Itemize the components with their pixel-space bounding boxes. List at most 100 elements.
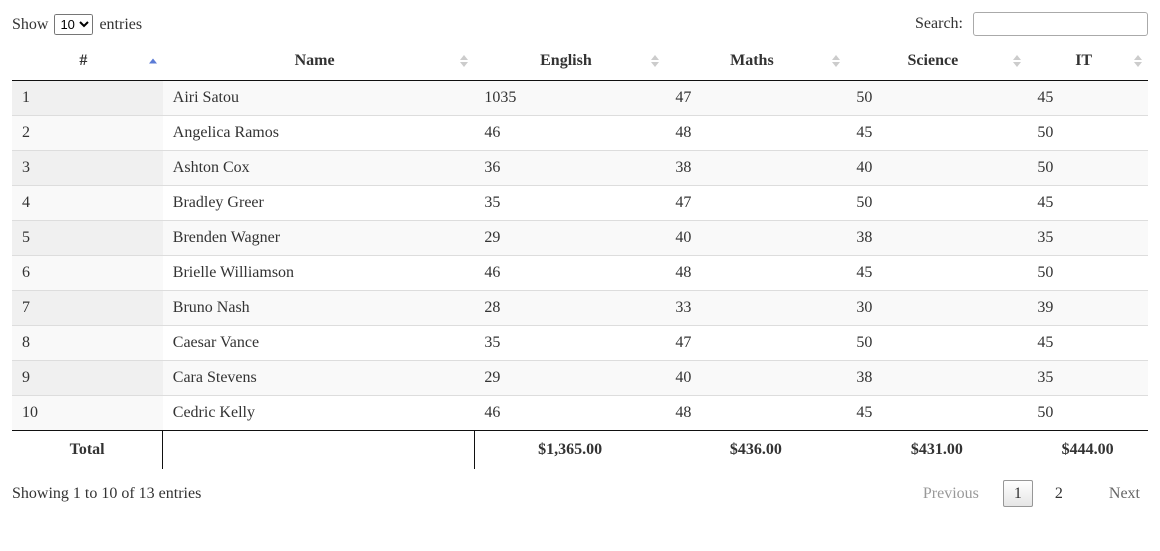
cell-name: Angelica Ramos <box>163 116 475 151</box>
table-row: 1Airi Satou1035475045 <box>12 81 1148 116</box>
column-header-index[interactable]: # <box>12 42 163 81</box>
cell-maths: 47 <box>665 186 846 221</box>
cell-idx: 3 <box>12 151 163 186</box>
table-row: 4Bradley Greer35475045 <box>12 186 1148 221</box>
cell-idx: 2 <box>12 116 163 151</box>
cell-maths: 48 <box>665 116 846 151</box>
cell-english: 28 <box>474 291 665 326</box>
length-select[interactable]: 10 <box>54 14 93 35</box>
cell-science: 50 <box>846 81 1027 116</box>
length-suffix: entries <box>99 16 142 33</box>
length-prefix: Show <box>12 16 48 33</box>
cell-it: 45 <box>1027 326 1148 361</box>
cell-idx: 10 <box>12 396 163 431</box>
cell-name: Cara Stevens <box>163 361 475 396</box>
footer-total-label: Total <box>12 431 163 470</box>
sort-both-icon <box>460 54 468 68</box>
footer-total-english: $1,365.00 <box>474 431 665 470</box>
column-header-name[interactable]: Name <box>163 42 475 81</box>
cell-it: 45 <box>1027 81 1148 116</box>
cell-english: 29 <box>474 361 665 396</box>
footer-blank <box>163 431 475 470</box>
column-header-it[interactable]: IT <box>1027 42 1148 81</box>
cell-name: Ashton Cox <box>163 151 475 186</box>
table-row: 3Ashton Cox36384050 <box>12 151 1148 186</box>
search-label: Search: <box>915 15 963 32</box>
cell-maths: 47 <box>665 81 846 116</box>
cell-maths: 48 <box>665 396 846 431</box>
column-label: IT <box>1075 52 1092 69</box>
sort-both-icon <box>832 54 840 68</box>
sort-both-icon <box>651 54 659 68</box>
cell-idx: 9 <box>12 361 163 396</box>
cell-english: 36 <box>474 151 665 186</box>
cell-english: 29 <box>474 221 665 256</box>
cell-science: 50 <box>846 326 1027 361</box>
pagination: Previous 12 Next <box>915 481 1148 507</box>
cell-maths: 47 <box>665 326 846 361</box>
cell-it: 50 <box>1027 116 1148 151</box>
cell-english: 46 <box>474 396 665 431</box>
length-control: Show 10 entries <box>12 14 142 35</box>
column-header-science[interactable]: Science <box>846 42 1027 81</box>
cell-maths: 40 <box>665 361 846 396</box>
cell-it: 50 <box>1027 151 1148 186</box>
cell-it: 39 <box>1027 291 1148 326</box>
cell-name: Bradley Greer <box>163 186 475 221</box>
sort-both-icon <box>1013 54 1021 68</box>
cell-name: Cedric Kelly <box>163 396 475 431</box>
search-input[interactable] <box>973 12 1148 36</box>
cell-science: 45 <box>846 256 1027 291</box>
table-row: 7Bruno Nash28333039 <box>12 291 1148 326</box>
cell-it: 35 <box>1027 361 1148 396</box>
cell-it: 35 <box>1027 221 1148 256</box>
cell-idx: 4 <box>12 186 163 221</box>
column-label: # <box>79 52 87 69</box>
table-row: 6Brielle Williamson46484550 <box>12 256 1148 291</box>
cell-english: 35 <box>474 326 665 361</box>
footer-total-it: $444.00 <box>1027 431 1148 470</box>
column-label: Name <box>295 52 335 69</box>
sort-both-icon <box>1134 54 1142 68</box>
cell-science: 38 <box>846 361 1027 396</box>
column-label: English <box>540 52 592 69</box>
cell-english: 46 <box>474 256 665 291</box>
cell-science: 50 <box>846 186 1027 221</box>
column-label: Maths <box>730 52 774 69</box>
cell-maths: 33 <box>665 291 846 326</box>
cell-maths: 48 <box>665 256 846 291</box>
page-number-button[interactable]: 2 <box>1045 481 1073 506</box>
cell-english: 46 <box>474 116 665 151</box>
cell-idx: 1 <box>12 81 163 116</box>
cell-name: Brielle Williamson <box>163 256 475 291</box>
cell-idx: 6 <box>12 256 163 291</box>
cell-name: Bruno Nash <box>163 291 475 326</box>
next-button[interactable]: Next <box>1101 481 1148 507</box>
cell-science: 38 <box>846 221 1027 256</box>
cell-it: 50 <box>1027 256 1148 291</box>
cell-maths: 38 <box>665 151 846 186</box>
cell-idx: 5 <box>12 221 163 256</box>
cell-idx: 8 <box>12 326 163 361</box>
column-header-english[interactable]: English <box>474 42 665 81</box>
cell-name: Airi Satou <box>163 81 475 116</box>
cell-english: 1035 <box>474 81 665 116</box>
data-table: # Name English Maths Science IT <box>12 42 1148 469</box>
table-row: 5Brenden Wagner29403835 <box>12 221 1148 256</box>
page-number-button[interactable]: 1 <box>1003 480 1033 507</box>
column-header-maths[interactable]: Maths <box>665 42 846 81</box>
table-row: 10Cedric Kelly46484550 <box>12 396 1148 431</box>
cell-english: 35 <box>474 186 665 221</box>
sort-asc-icon <box>149 58 157 65</box>
previous-button[interactable]: Previous <box>915 481 987 507</box>
table-row: 2Angelica Ramos46484550 <box>12 116 1148 151</box>
cell-it: 50 <box>1027 396 1148 431</box>
cell-science: 45 <box>846 396 1027 431</box>
table-row: 8Caesar Vance35475045 <box>12 326 1148 361</box>
cell-science: 45 <box>846 116 1027 151</box>
cell-name: Caesar Vance <box>163 326 475 361</box>
cell-name: Brenden Wagner <box>163 221 475 256</box>
search-control: Search: <box>915 12 1148 36</box>
cell-maths: 40 <box>665 221 846 256</box>
cell-idx: 7 <box>12 291 163 326</box>
